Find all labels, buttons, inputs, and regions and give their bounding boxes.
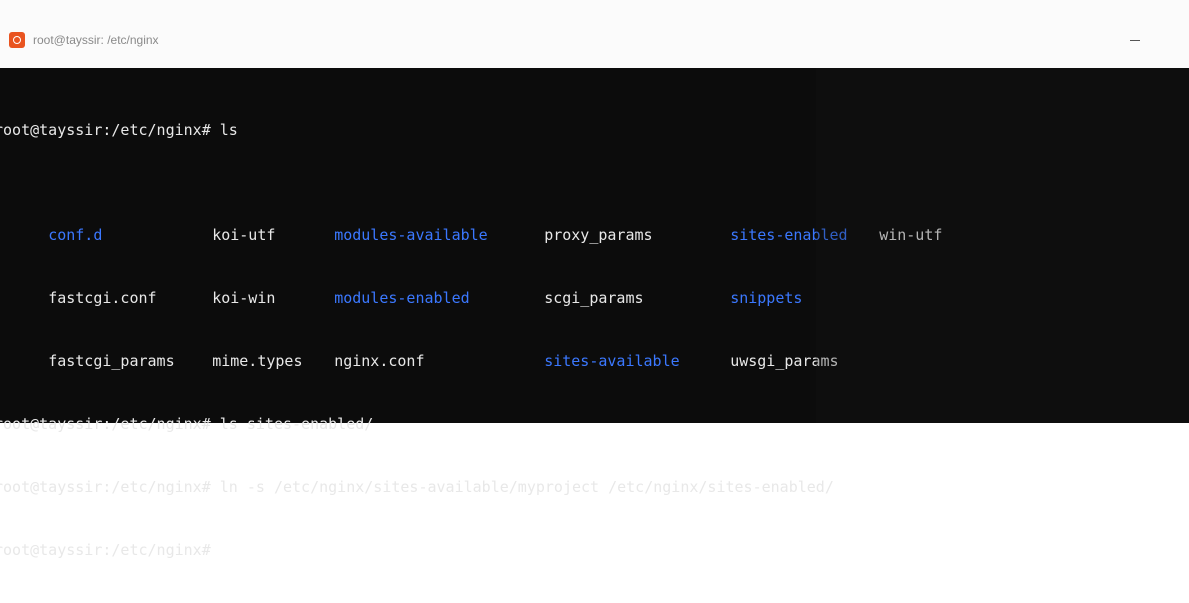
ls-entry: sites-available bbox=[544, 352, 680, 370]
ls-entry: fastcgi_params bbox=[48, 352, 175, 370]
ls-entry: koi-win bbox=[212, 289, 276, 307]
window-title: root@tayssir: /etc/nginx bbox=[33, 33, 159, 47]
ls-row: fastcgi.conf koi-win modules-enabled scgi_p… bbox=[0, 267, 942, 307]
ls-entry: koi-utf bbox=[212, 226, 276, 244]
background-window-overlay bbox=[816, 68, 1189, 423]
ls-entry: modules-available bbox=[334, 226, 488, 244]
prompt-line-ln: root@tayssir:/etc/nginx# ln -s /etc/ngin… bbox=[0, 478, 834, 496]
prompt-line-ls-sites: root@tayssir:/etc/nginx# ls sites-enable… bbox=[0, 415, 374, 433]
minimize-icon[interactable] bbox=[1128, 34, 1144, 46]
ls-entry: mime.types bbox=[212, 352, 303, 370]
prompt-line-ls: root@tayssir:/etc/nginx# ls bbox=[0, 121, 238, 139]
ls-entry: nginx.conf bbox=[334, 352, 425, 370]
terminal-output: root@tayssir:/etc/nginx# ls conf.d koi-ut… bbox=[0, 78, 942, 603]
ls-row: fastcgi_params mime.types nginx.conf sites-… bbox=[0, 330, 942, 370]
ubuntu-terminal-icon bbox=[9, 32, 25, 48]
ls-entry: conf.d bbox=[48, 226, 103, 244]
ls-entry: modules-enabled bbox=[334, 289, 470, 307]
ls-entry: scgi_params bbox=[544, 289, 644, 307]
ls-entry: proxy_params bbox=[544, 226, 653, 244]
ls-row: conf.d koi-utf modules-available proxy_para… bbox=[0, 204, 942, 244]
ls-entry: fastcgi.conf bbox=[48, 289, 157, 307]
prompt-line-current: root@tayssir:/etc/nginx# bbox=[0, 541, 211, 559]
title-bar: root@tayssir: /etc/nginx bbox=[0, 0, 1189, 68]
